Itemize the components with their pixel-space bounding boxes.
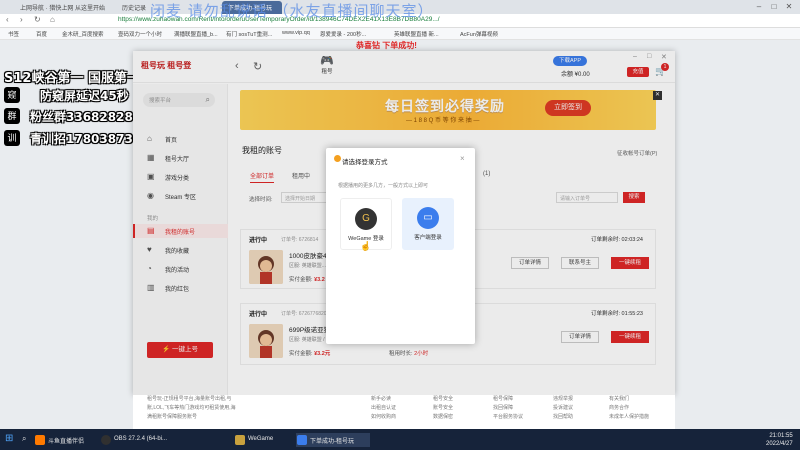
cursor-icon: ☝	[360, 241, 372, 251]
taskbar-label: WeGame	[248, 436, 274, 442]
footer-about: 租号玩-正规租号平台,海量账号出租,与 账,LOL,飞车等热门游戏均可租赁使用,…	[147, 395, 236, 422]
overlay-training: 青训招1780387301	[30, 132, 150, 146]
bookmark-item[interactable]: 有门 sosTuT重测...	[226, 30, 272, 38]
bookmark-bar: 书签 百度 金木研_百度搜索 壹码双力一个小时 满播联盟直播_b... 有门 s…	[0, 28, 800, 40]
footer-link[interactable]: 租号保障	[493, 395, 523, 404]
taskbar-item-browser[interactable]: 下单成功-租号玩	[296, 433, 370, 447]
success-notice: 恭喜钻 下单成功!	[356, 41, 417, 50]
option-label: 客户端登录	[414, 235, 442, 241]
footer-text: 满租账号保障服务账号	[147, 414, 198, 420]
taskbar-label: 斗鱼直播伴侣	[48, 439, 85, 445]
footer-link[interactable]: 如何收购商	[371, 413, 396, 422]
modal-title: 请选择登录方式	[342, 159, 388, 166]
taskbar-item-obs[interactable]: OBS 27.2.4 (64-bi...	[100, 433, 168, 447]
maximize-icon[interactable]: □	[767, 1, 781, 13]
clock-date: 2022/4/27	[766, 441, 793, 447]
browser-icon	[297, 435, 307, 445]
bookmark-item[interactable]: 壹码双力一个小时	[118, 30, 162, 38]
home-icon[interactable]: ⌂	[50, 15, 55, 24]
minimize-icon[interactable]: –	[752, 1, 766, 13]
footer-link[interactable]: 租号安全	[433, 395, 453, 404]
taskbar-label: 下单成功-租号玩	[310, 439, 354, 445]
footer-link[interactable]: 有关我们	[609, 395, 649, 404]
footer-col: 新手必读 出租自认证 如何收购商	[371, 395, 396, 422]
stream-watermark: 闭麦 请勿乱说话 （水友直播间聊天室）	[150, 2, 434, 20]
overlay-fans-group: 粉丝群336828284	[30, 110, 142, 124]
bookmark-item[interactable]: 恩爱爱录 - 200秒...	[320, 30, 366, 38]
bookmark-item[interactable]: 金木研_百度搜索	[62, 30, 104, 38]
overlay-badge-icon: 窥	[4, 87, 20, 103]
douyu-icon	[35, 435, 45, 445]
footer-col: 租号安全 账号安全 数据保密	[433, 395, 453, 422]
monitor-icon: ▭	[417, 207, 439, 229]
bookmark-item[interactable]: 百度	[36, 30, 47, 38]
taskbar-clock[interactable]: 21:01:55 2022/4/27	[766, 432, 793, 448]
browser-tab[interactable]: 上网导航 · 猎快上网 从这里开始	[14, 1, 114, 14]
footer-link[interactable]: 商务合作	[609, 404, 649, 413]
taskbar-item-wegame[interactable]: WeGame	[234, 433, 290, 447]
close-icon[interactable]: ×	[460, 154, 465, 163]
footer-col: 租号保障 找回保障 平台服务协议	[493, 395, 523, 422]
footer-link[interactable]: 违规举报	[553, 395, 573, 404]
footer-text: 账,LOL,飞车等热门游戏均可租赁使用,海	[147, 405, 236, 411]
bookmark-item[interactable]: 书签	[8, 30, 19, 38]
footer-link[interactable]: 未成年人保护措施	[609, 413, 649, 422]
back-icon[interactable]: ‹	[6, 15, 9, 24]
clock-time: 21:01:55	[769, 433, 793, 439]
footer-link[interactable]: 找回保障	[493, 404, 523, 413]
taskbar-item-douyu[interactable]: 斗鱼直播伴侣	[34, 433, 96, 447]
wegame-icon	[235, 435, 245, 445]
overlay-delay: 防窥屏延迟45秒	[40, 89, 129, 103]
footer-col: 违规举报 投诉建议 找回帮助	[553, 395, 573, 422]
obs-icon	[101, 435, 111, 445]
bookmark-item[interactable]: 满播联盟直播_b...	[174, 30, 218, 38]
login-method-modal: 请选择登录方式 × 根据播用的更多几方，一般方式以上即可 G WeGame 登录…	[326, 148, 475, 344]
footer-text: 租号玩-正规租号平台,海量账号出租,与	[147, 396, 232, 402]
refresh-icon[interactable]: ↻	[34, 15, 41, 24]
bookmark-item[interactable]: AcFun弹幕视频	[460, 30, 498, 38]
windows-taskbar: ⊞ ⌕ 斗鱼直播伴侣 OBS 27.2.4 (64-bi... WeGame 下…	[0, 429, 800, 450]
footer-link[interactable]: 账号安全	[433, 404, 453, 413]
close-icon[interactable]: ✕	[782, 1, 796, 13]
footer-link[interactable]: 平台服务协议	[493, 413, 523, 422]
client-login-option[interactable]: ▭ 客户端登录	[402, 198, 454, 250]
windows-start-icon[interactable]: ⊞	[5, 433, 13, 444]
footer-link[interactable]: 新手必读	[371, 395, 396, 404]
bookmark-item[interactable]: 英雄联盟直播 新...	[394, 30, 439, 38]
taskbar-label: OBS 27.2.4 (64-bi...	[114, 436, 168, 442]
bookmark-item[interactable]: www.vip.qq	[282, 30, 310, 36]
site-footer: 租号玩-正规租号平台,海量账号出租,与 账,LOL,飞车等热门游戏均可租赁使用,…	[133, 395, 675, 429]
forward-icon[interactable]: ›	[20, 15, 23, 24]
wegame-icon: G	[355, 208, 377, 230]
search-icon[interactable]: ⌕	[22, 434, 26, 444]
info-icon	[334, 155, 341, 162]
footer-col: 有关我们 商务合作 未成年人保护措施	[609, 395, 649, 422]
footer-link[interactable]: 出租自认证	[371, 404, 396, 413]
footer-link[interactable]: 数据保密	[433, 413, 453, 422]
qq-penguin-icon: 群	[4, 108, 20, 124]
modal-description: 根据播用的更多几方，一般方式以上即可	[338, 183, 429, 189]
overlay-train-icon: 训	[4, 130, 20, 146]
footer-link[interactable]: 找回帮助	[553, 413, 573, 422]
app-window: 租号玩 租号登 ‹ ↻ 🎮 租号 下载APP 余额 ¥0.00 充值 🛒 1 –…	[133, 51, 675, 395]
footer-link[interactable]: 投诉建议	[553, 404, 573, 413]
